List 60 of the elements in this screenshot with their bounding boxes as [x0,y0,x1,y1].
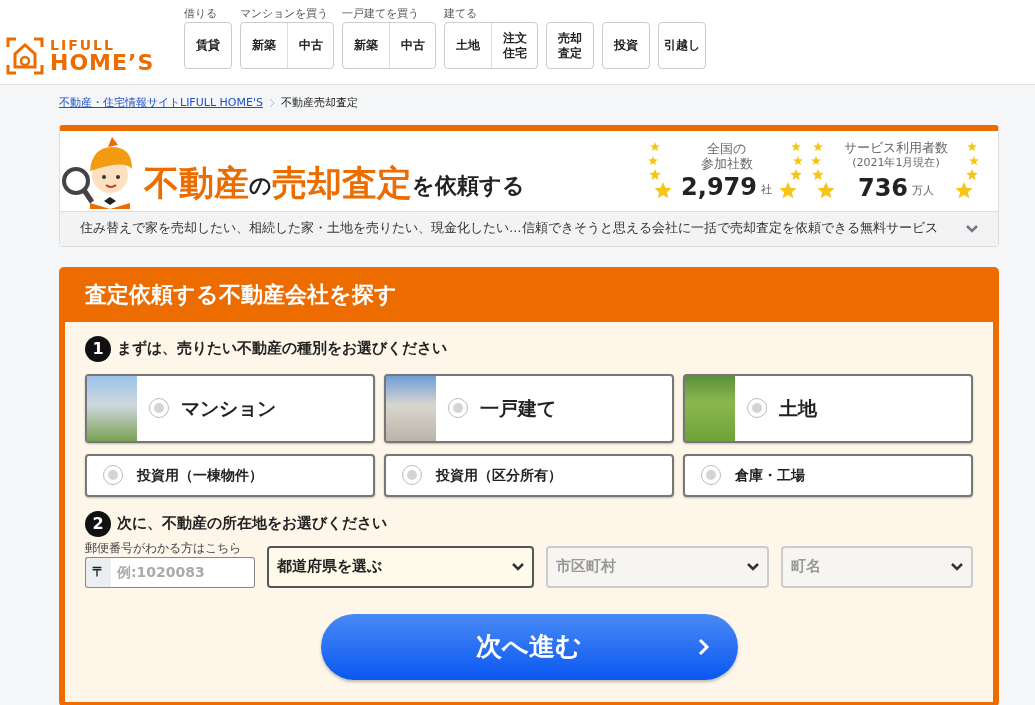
logo-text: LIFULL [50,38,116,52]
banner-title-text: を依頼する [412,174,525,201]
property-type-option[interactable]: 投資用（一棟物件） [85,453,375,497]
breadcrumb-link[interactable]: 不動産・住宅情報サイトLIFULL HOME'S [59,95,263,112]
nav-group-label: マンションを買う [240,6,329,22]
property-type-option[interactable]: マンション [85,373,375,443]
postal-code-label: 郵便番号がわかる方はこちら [85,539,242,557]
stat-label: サービス利用者数 [844,141,948,156]
breadcrumb-current: 不動産売却査定 [280,95,358,111]
property-type-option[interactable]: 投資用（区分所有） [384,453,674,497]
logo-text: HOME’S [50,52,155,74]
banner-title-text: の [249,174,272,199]
chevron-down-icon [512,562,525,571]
banner-title-text: 不動産 [144,165,249,201]
nav-button[interactable]: 売却 査定 [547,23,593,68]
radio-button[interactable] [448,398,468,418]
radio-button[interactable] [402,465,422,485]
property-type-option[interactable]: 土地 [683,373,973,443]
radio-button[interactable] [747,398,767,418]
nav-button[interactable]: 投資 [603,23,649,68]
banner-description: 住み替えで家を売却したい、相続した家・土地を売りたい、現金化したい…信頼できそうと思える会社に一括で売却査定を依頼できる無料サービス [80,219,938,238]
stat-unit: 万人 [912,183,935,200]
nav-button[interactable]: 引越し [659,23,705,68]
chevron-down-icon [966,225,978,233]
banner-title-text: 売却査定 [272,165,412,201]
stat-value: 736 [857,175,909,200]
nav-button[interactable]: 賃貸 [185,23,231,68]
radio-button[interactable] [103,465,123,485]
step-number: 2 [85,510,111,537]
property-type-option[interactable]: 倉庫・工場 [683,453,973,497]
property-type-option[interactable]: 一戸建て [384,373,674,443]
photo-placeholder [87,375,137,441]
nav-button[interactable]: 中古 [389,23,435,68]
chevron-right-icon [268,98,275,109]
radio-button[interactable] [701,465,721,485]
step-heading: 次に、不動産の所在地をお選びください [117,513,387,533]
nav-button[interactable]: 注文 住宅 [491,23,537,68]
stat-value: 2,979 [681,174,757,199]
next-button[interactable]: 次へ進む [320,613,738,680]
chevron-down-icon [746,562,759,571]
nav-group-label: 一戸建てを買う [342,6,420,22]
form-title: 査定依頼する不動産会社を探す [84,280,398,309]
photo-placeholder [386,375,436,441]
step-number: 1 [85,335,111,362]
nav-button[interactable]: 新築 [343,23,389,68]
house-logo-icon [6,37,44,75]
radio-button[interactable] [149,398,169,418]
chevron-down-icon [951,562,963,571]
nav-button[interactable]: 中古 [287,23,333,68]
stat-note: (2021年1月現在) [851,155,941,172]
photo-placeholder [685,375,735,441]
stat-label: 全国の 参加社数 [699,142,754,171]
step-heading: まずは、売りたい不動産の種別をお選びください [117,338,447,359]
nav-button[interactable]: 土地 [445,23,491,68]
nav-group-label: 借りる [184,6,218,22]
nav-group-label: 建てる [444,6,478,22]
chevron-right-icon [697,637,710,656]
nav-button[interactable]: 新築 [241,23,287,68]
stat-unit: 社 [761,182,772,199]
select-dropdown[interactable]: 都道府県を選ぶ [267,545,535,588]
